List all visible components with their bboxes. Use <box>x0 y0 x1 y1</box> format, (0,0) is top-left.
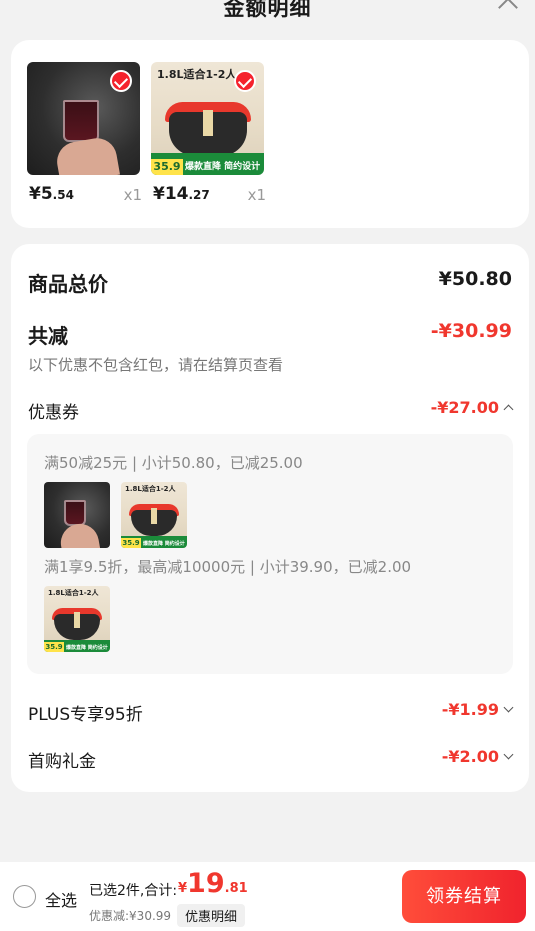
total-decimal: .81 <box>224 881 248 896</box>
first-buy-value: -¥2.00 <box>441 747 499 766</box>
pot-label-icon <box>74 612 80 628</box>
checkmark-icon[interactable] <box>110 70 132 92</box>
pot-label-icon <box>203 110 213 136</box>
selected-products-card: ¥5.54 x1 1.8L适合1-2人 35.9 爆款直降 简约设计 ¥14.2… <box>11 40 529 228</box>
checkout-button[interactable]: 领券结算 <box>402 870 526 923</box>
selected-summary: 已选2件,合计: <box>89 883 178 899</box>
plus-discount-row[interactable]: PLUS专享95折 -¥1.99 <box>28 700 514 726</box>
product-item[interactable]: ¥5.54 x1 <box>27 62 142 204</box>
image-headline: 1.8L适合1-2人 <box>48 589 99 597</box>
coupon-label: 优惠券 <box>28 403 79 423</box>
chevron-up-icon <box>503 404 514 415</box>
bottom-bar: 全选 已选2件,合计: ¥19.81 优惠减:¥30.99 优惠明细 领券结算 <box>0 862 535 931</box>
product-quantity: x1 <box>247 186 266 204</box>
image-price-tag: 35.9 <box>151 159 183 175</box>
total-integer: 19 <box>187 868 225 899</box>
total-currency: ¥ <box>178 881 188 896</box>
plus-discount-value-wrap[interactable]: -¥1.99 <box>441 700 514 719</box>
coupon-value: -¥27.00 <box>430 398 499 417</box>
header: 金额明细 <box>0 0 535 26</box>
total-price-row: 商品总价 ¥50.80 <box>28 268 512 298</box>
image-banner: 爆款直降 简约设计 <box>185 162 261 172</box>
reduce-value: -¥30.99 <box>430 320 512 342</box>
product-image: 1.8L适合1-2人 35.9 爆款直降 简约设计 <box>151 62 264 175</box>
reduce-note: 以下优惠不包含红包，请在结算页查看 <box>28 356 284 374</box>
plus-discount-value: -¥1.99 <box>441 700 499 719</box>
glass-icon <box>63 100 99 142</box>
coupon-value-wrap[interactable]: -¥27.00 <box>430 398 514 417</box>
first-buy-row[interactable]: 首购礼金 -¥2.00 <box>28 747 514 773</box>
product-price: ¥14.27 <box>153 184 210 204</box>
image-banner: 爆款直降 简约设计 <box>66 645 108 651</box>
image-price-tag: 35.9 <box>44 642 64 652</box>
image-banner: 爆款直降 简约设计 <box>143 541 185 547</box>
product-thumbnail: 1.8L适合1-2人 35.9 爆款直降 简约设计 <box>44 586 110 652</box>
chevron-down-icon <box>503 749 514 760</box>
reduce-row: 共减 -¥30.99 <box>28 320 512 350</box>
plus-discount-label: PLUS专享95折 <box>28 705 143 725</box>
image-headline: 1.8L适合1-2人 <box>125 485 176 493</box>
image-price-tag: 35.9 <box>121 538 141 548</box>
product-image <box>27 62 140 175</box>
coupon-detail-box: 满50减25元 | 小计50.80，已减25.00 1.8L适合1-2人 35.… <box>27 434 513 674</box>
amount-detail-card: 商品总价 ¥50.80 共减 -¥30.99 以下优惠不包含红包，请在结算页查看… <box>11 244 529 792</box>
hand-icon <box>53 135 121 175</box>
total-price-label: 商品总价 <box>28 272 108 296</box>
first-buy-label: 首购礼金 <box>28 752 96 772</box>
hand-icon <box>57 520 101 548</box>
page-title: 金额明细 <box>223 0 312 20</box>
pot-label-icon <box>151 508 157 524</box>
select-all-label[interactable]: 全选 <box>45 887 77 911</box>
total-amount: ¥19.81 <box>178 868 248 899</box>
chevron-down-icon <box>503 702 514 713</box>
product-quantity: x1 <box>123 186 142 204</box>
coupon-rule: 满1享9.5折，最高减10000元 | 小计39.90，已减2.00 <box>44 558 412 576</box>
select-all-radio[interactable] <box>13 885 36 908</box>
product-price: ¥5.54 <box>29 184 74 204</box>
image-headline: 1.8L适合1-2人 <box>157 68 237 81</box>
coupon-row[interactable]: 优惠券 -¥27.00 <box>28 398 514 424</box>
coupon-rule: 满50减25元 | 小计50.80，已减25.00 <box>44 454 303 472</box>
product-thumbnail <box>44 482 110 548</box>
product-thumbnail: 1.8L适合1-2人 35.9 爆款直降 简约设计 <box>121 482 187 548</box>
first-buy-value-wrap[interactable]: -¥2.00 <box>441 747 514 766</box>
discount-summary: 优惠减:¥30.99 <box>89 909 172 923</box>
total-price-value: ¥50.80 <box>438 268 512 290</box>
discount-detail-button[interactable]: 优惠明细 <box>177 904 246 927</box>
close-icon[interactable] <box>495 0 521 12</box>
product-item[interactable]: 1.8L适合1-2人 35.9 爆款直降 简约设计 ¥14.27 x1 <box>151 62 266 204</box>
checkmark-icon[interactable] <box>234 70 256 92</box>
reduce-label: 共减 <box>28 324 68 348</box>
glass-icon <box>64 500 86 526</box>
